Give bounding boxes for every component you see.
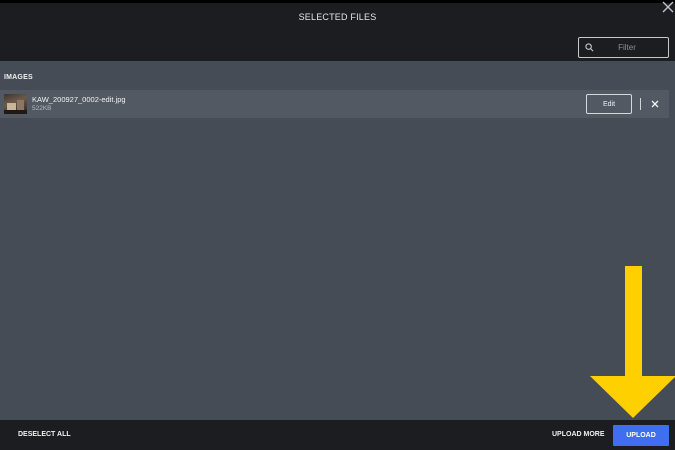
footer: DESELECT ALL UPLOAD MORE UPLOAD	[0, 420, 675, 450]
edit-button[interactable]: Edit	[586, 94, 632, 114]
close-icon[interactable]	[661, 0, 675, 14]
upload-button[interactable]: UPLOAD	[613, 425, 669, 446]
close-icon[interactable]	[651, 100, 659, 108]
filter-input[interactable]	[594, 38, 668, 57]
header: SELECTED FILES	[0, 3, 675, 61]
search-icon	[585, 43, 594, 52]
file-thumbnail	[4, 94, 27, 114]
deselect-all-button[interactable]: DESELECT ALL	[18, 431, 71, 438]
file-row[interactable]: KAW_200927_0002-edit.jpg 522KB Edit	[0, 90, 669, 118]
page-title: SELECTED FILES	[298, 12, 377, 22]
row-divider	[640, 98, 641, 110]
filter-box[interactable]	[578, 37, 669, 58]
file-name: KAW_200927_0002-edit.jpg	[32, 95, 126, 104]
upload-more-button[interactable]: UPLOAD MORE	[552, 431, 605, 438]
section-label-images: IMAGES	[4, 74, 33, 81]
file-size: 522KB	[32, 105, 52, 112]
arrow-down-icon	[590, 266, 675, 418]
